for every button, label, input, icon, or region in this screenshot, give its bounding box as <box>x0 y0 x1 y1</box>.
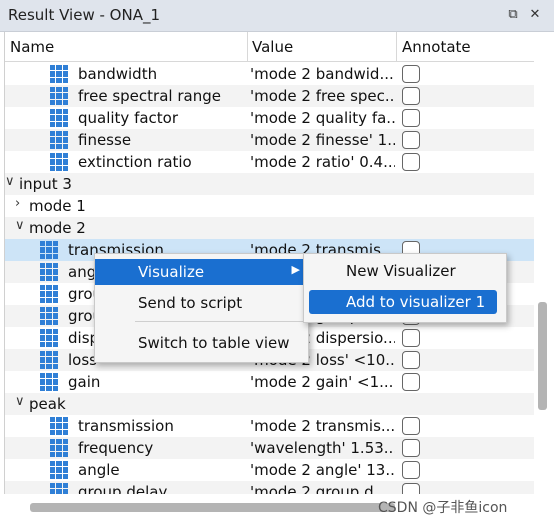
annotate-checkbox[interactable] <box>402 131 420 149</box>
row-label: extinction ratio <box>78 153 192 171</box>
submenu-arrow-icon: ▶ <box>291 263 300 276</box>
vertical-scrollbar[interactable] <box>538 302 547 410</box>
row-value: 'mode 2 quality fa... <box>250 109 395 127</box>
annotate-checkbox[interactable] <box>402 417 420 435</box>
menu-item-label: Send to script <box>138 294 243 312</box>
close-icon[interactable]: ✕ <box>526 6 544 24</box>
row-label: group delay <box>78 483 168 494</box>
tree-row[interactable]: ∨ peak <box>5 393 534 415</box>
horizontal-scrollbar[interactable] <box>30 503 395 512</box>
expand-chevron-right-icon[interactable]: › <box>15 196 20 211</box>
annotate-checkbox[interactable] <box>402 461 420 479</box>
grid-icon <box>50 65 68 83</box>
annotate-checkbox[interactable] <box>402 109 420 127</box>
tree-row[interactable]: ∨ input 3 <box>5 173 534 195</box>
column-value[interactable]: Value <box>252 38 293 56</box>
grid-icon <box>40 329 58 347</box>
grid-icon <box>50 109 68 127</box>
row-label: peak <box>29 395 66 413</box>
tree-row[interactable]: ∨ mode 2 <box>5 217 534 239</box>
grid-icon <box>50 417 68 435</box>
column-annotate[interactable]: Annotate <box>402 38 471 56</box>
row-label: frequency <box>78 439 154 457</box>
tree-row[interactable]: quality factor 'mode 2 quality fa... <box>5 107 534 129</box>
menu-item-visualize[interactable]: Visualize ▶ <box>95 259 308 285</box>
grid-icon <box>50 439 68 457</box>
grid-icon <box>50 461 68 479</box>
tree-row[interactable]: finesse 'mode 2 finesse' 1... <box>5 129 534 151</box>
row-label: angle <box>78 461 120 479</box>
annotate-checkbox[interactable] <box>402 351 420 369</box>
tree-row[interactable]: angle 'mode 2 angle' 13... <box>5 459 534 481</box>
annotate-checkbox[interactable] <box>402 65 420 83</box>
tree-row[interactable]: › mode 1 <box>5 195 534 217</box>
grid-icon <box>50 131 68 149</box>
row-label: transmission <box>78 417 174 435</box>
visualize-submenu: New Visualizer Add to visualizer 1 <box>303 253 507 323</box>
grid-icon <box>40 241 58 259</box>
annotate-checkbox[interactable] <box>402 87 420 105</box>
row-value: 'wavelength' 1.53... <box>250 439 395 457</box>
grid-icon <box>50 87 68 105</box>
menu-item-label: Switch to table view <box>138 334 290 352</box>
menu-item-add-to-visualizer-1[interactable]: Add to visualizer 1 <box>309 290 497 314</box>
grid-icon <box>50 483 68 494</box>
column-divider[interactable] <box>247 32 248 62</box>
grid-icon <box>40 373 58 391</box>
expand-chevron-down-icon[interactable]: ∨ <box>15 394 25 409</box>
window-title: Result View - ONA_1 <box>8 6 160 24</box>
menu-divider <box>135 321 305 322</box>
menu-item-label: New Visualizer <box>346 262 456 280</box>
annotate-checkbox[interactable] <box>402 329 420 347</box>
expand-chevron-down-icon[interactable]: ∨ <box>5 174 15 189</box>
row-label: free spectral range <box>78 87 221 105</box>
tree-row[interactable]: extinction ratio 'mode 2 ratio' 0.4... <box>5 151 534 173</box>
row-label: quality factor <box>78 109 179 127</box>
menu-item-switch-to-table-view[interactable]: Switch to table view <box>95 330 308 356</box>
row-label: loss <box>68 351 97 369</box>
grid-icon <box>40 307 58 325</box>
row-label: bandwidth <box>78 65 158 83</box>
row-label: finesse <box>78 131 132 149</box>
column-name[interactable]: Name <box>10 38 54 56</box>
tree-row[interactable]: group delay 'mode 2 group d... <box>5 481 534 494</box>
row-value: 'mode 2 transmis... <box>250 417 395 435</box>
row-value: 'mode 2 finesse' 1... <box>250 131 395 149</box>
row-value: 'mode 2 ratio' 0.4... <box>250 153 395 171</box>
annotate-checkbox[interactable] <box>402 153 420 171</box>
tree-row[interactable]: frequency 'wavelength' 1.53... <box>5 437 534 459</box>
row-value: 'mode 2 group d... <box>250 483 388 494</box>
row-label: gain <box>68 373 101 391</box>
tree-row[interactable]: bandwidth 'mode 2 bandwid... <box>5 63 534 85</box>
context-menu: Visualize ▶ Send to script Switch to tab… <box>94 253 309 363</box>
column-divider[interactable] <box>396 32 397 62</box>
menu-item-new-visualizer[interactable]: New Visualizer <box>309 259 497 283</box>
row-value: 'mode 2 angle' 13... <box>250 461 395 479</box>
annotate-checkbox[interactable] <box>402 373 420 391</box>
menu-item-send-to-script[interactable]: Send to script <box>95 290 308 316</box>
grid-icon <box>40 285 58 303</box>
watermark: CSDN @子非鱼icon <box>378 500 508 516</box>
annotate-checkbox[interactable] <box>402 483 420 494</box>
tree-row[interactable]: transmission 'mode 2 transmis... <box>5 415 534 437</box>
row-value: 'mode 2 free spec... <box>250 87 395 105</box>
grid-icon <box>40 351 58 369</box>
row-label: input 3 <box>19 175 72 193</box>
grid-icon <box>50 153 68 171</box>
row-value: 'mode 2 gain' <1... <box>250 373 394 391</box>
expand-chevron-down-icon[interactable]: ∨ <box>15 218 25 233</box>
menu-item-label: Visualize <box>138 263 205 281</box>
row-label: mode 2 <box>29 219 86 237</box>
grid-icon <box>40 263 58 281</box>
row-value: 'mode 2 bandwid... <box>250 65 394 83</box>
row-label: mode 1 <box>29 197 86 215</box>
annotate-checkbox[interactable] <box>402 439 420 457</box>
tree-row[interactable]: gain 'mode 2 gain' <1... <box>5 371 534 393</box>
title-bar: Result View - ONA_1 ⧉ ✕ <box>0 0 554 32</box>
restore-icon[interactable]: ⧉ <box>504 6 522 24</box>
tree-row[interactable]: free spectral range 'mode 2 free spec... <box>5 85 534 107</box>
column-header: Name Value Annotate <box>5 32 534 62</box>
menu-item-label: Add to visualizer 1 <box>346 293 486 311</box>
